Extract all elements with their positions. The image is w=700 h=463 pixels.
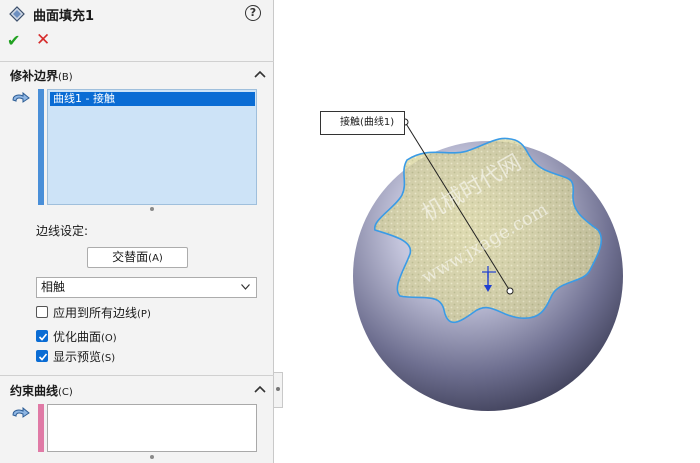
optimize-surface-label: 优化曲面(O)	[53, 330, 117, 344]
close-icon[interactable]: ✕	[36, 30, 50, 50]
constraint-curves-header[interactable]: 约束曲线(C)	[0, 378, 274, 402]
section-divider	[0, 375, 274, 376]
list-item[interactable]: 曲线1 - 接触	[50, 92, 255, 106]
chevron-up-icon[interactable]	[254, 384, 266, 394]
constraint-selection-list[interactable]	[47, 404, 257, 452]
resize-handle[interactable]	[150, 207, 154, 211]
patch-boundary-header[interactable]: 修补边界(B)	[0, 63, 274, 87]
resize-handle[interactable]	[150, 455, 154, 459]
feature-title-bar: 曲面填充1 ?	[0, 0, 274, 28]
optimize-surface-checkbox[interactable]	[36, 330, 48, 342]
constraint-color-strip	[38, 404, 44, 452]
property-manager: 曲面填充1 ? ✔ ✕ 修补边界(B) 曲线1 - 接触 边线设定: 交替面(A…	[0, 0, 274, 463]
contact-type-select[interactable]: 相触	[36, 277, 257, 298]
contact-point-handle[interactable]	[506, 287, 514, 295]
feature-title: 曲面填充1	[33, 9, 95, 24]
show-preview-checkbox[interactable]	[36, 350, 48, 362]
boundary-selection-list[interactable]: 曲线1 - 接触	[47, 89, 257, 205]
chevron-down-icon	[241, 284, 250, 290]
chevron-up-icon[interactable]	[254, 69, 266, 79]
section-divider	[0, 61, 274, 62]
section-title: 修补边界(B)	[10, 69, 73, 83]
boundary-color-strip	[38, 89, 44, 205]
apply-all-edges-checkbox[interactable]	[36, 306, 48, 318]
section-title: 约束曲线(C)	[10, 384, 73, 398]
edge-settings-label: 边线设定:	[36, 224, 89, 238]
contact-callout[interactable]: 接触(曲线1)	[320, 111, 405, 135]
checkmark-icon[interactable]: ✔	[7, 31, 20, 50]
surface-fill-icon	[9, 6, 25, 22]
show-preview-label: 显示预览(S)	[53, 350, 116, 364]
help-icon[interactable]: ?	[245, 5, 261, 21]
alternate-face-button[interactable]: 交替面(A)	[87, 247, 188, 268]
edge-selection-icon	[12, 92, 30, 103]
curve-selection-icon	[12, 407, 30, 418]
apply-all-edges-label: 应用到所有边线(P)	[53, 306, 151, 320]
